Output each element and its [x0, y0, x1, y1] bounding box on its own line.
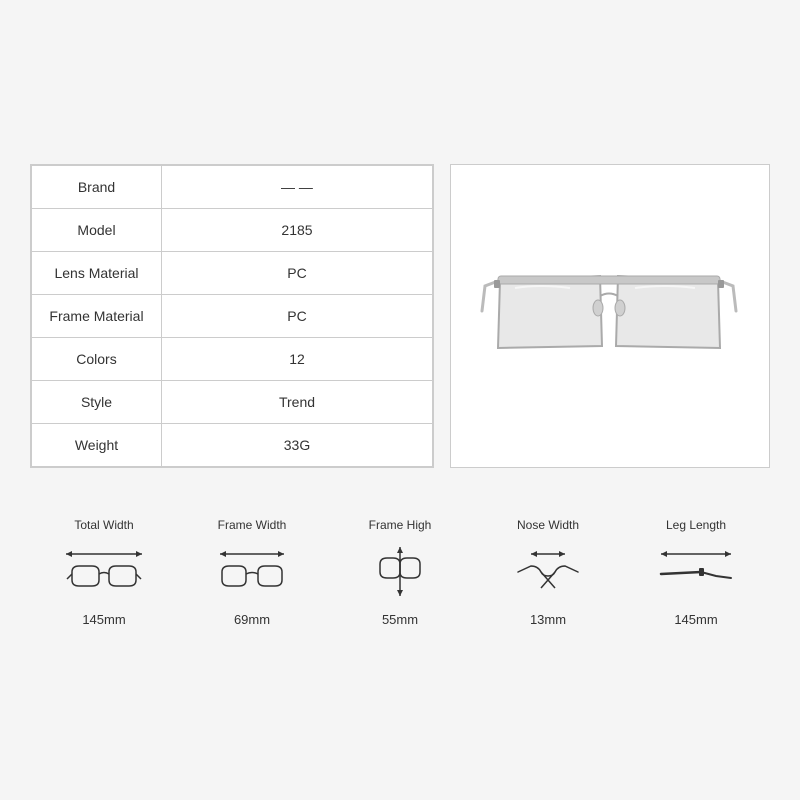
specs-table: Brand— —Model2185Lens MaterialPCFrame Ma…	[30, 164, 434, 468]
measure-leg-length: Leg Length 145mm	[622, 518, 770, 627]
total-width-label: Total Width	[74, 518, 133, 532]
total-width-value: 145mm	[82, 612, 125, 627]
spec-label: Frame Material	[32, 294, 162, 337]
spec-label: Weight	[32, 423, 162, 466]
spec-label: Lens Material	[32, 251, 162, 294]
spec-value: Trend	[162, 380, 433, 423]
spec-row: Brand— —	[32, 165, 433, 208]
product-image	[480, 236, 740, 396]
spec-label: Colors	[32, 337, 162, 380]
measurements-section: Total Width 145mm Frame Width	[30, 508, 770, 637]
spec-label: Brand	[32, 165, 162, 208]
nose-width-value: 13mm	[530, 612, 566, 627]
spec-row: Model2185	[32, 208, 433, 251]
product-image-box	[450, 164, 770, 468]
spec-row: Frame MaterialPC	[32, 294, 433, 337]
frame-high-icon	[370, 542, 430, 602]
product-detail-page: Brand— —Model2185Lens MaterialPCFrame Ma…	[30, 164, 770, 637]
leg-length-label: Leg Length	[666, 518, 726, 532]
spec-label: Model	[32, 208, 162, 251]
spec-label: Style	[32, 380, 162, 423]
measure-nose-width: Nose Width 13mm	[474, 518, 622, 627]
spec-value: 33G	[162, 423, 433, 466]
spec-row: Colors12	[32, 337, 433, 380]
top-section: Brand— —Model2185Lens MaterialPCFrame Ma…	[30, 164, 770, 468]
spec-value: PC	[162, 251, 433, 294]
spec-value: 12	[162, 337, 433, 380]
spec-value: 2185	[162, 208, 433, 251]
measure-frame-high: Frame High 55mm	[326, 518, 474, 627]
spec-value: PC	[162, 294, 433, 337]
spec-value: — —	[162, 165, 433, 208]
frame-high-value: 55mm	[382, 612, 418, 627]
leg-length-icon	[656, 542, 736, 602]
frame-high-label: Frame High	[369, 518, 432, 532]
spec-row: StyleTrend	[32, 380, 433, 423]
spec-row: Lens MaterialPC	[32, 251, 433, 294]
frame-width-value: 69mm	[234, 612, 270, 627]
measure-total-width: Total Width 145mm	[30, 518, 178, 627]
nose-width-icon	[513, 542, 583, 602]
spec-row: Weight33G	[32, 423, 433, 466]
frame-width-icon	[212, 542, 292, 602]
measure-frame-width: Frame Width 69mm	[178, 518, 326, 627]
leg-length-value: 145mm	[674, 612, 717, 627]
frame-width-label: Frame Width	[218, 518, 287, 532]
total-width-icon	[64, 542, 144, 602]
nose-width-label: Nose Width	[517, 518, 579, 532]
